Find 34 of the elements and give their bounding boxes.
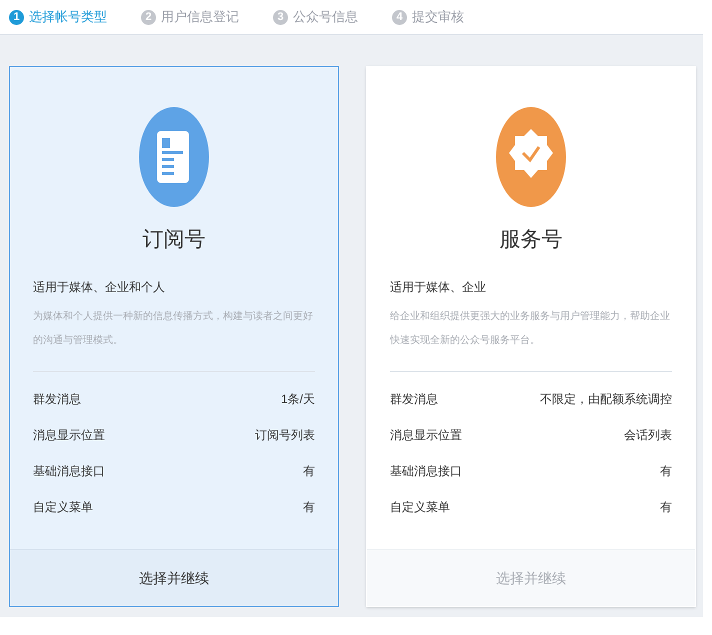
feature-name: 基础消息接口 xyxy=(33,462,105,480)
feature-value: 不限定，由配额系统调控 xyxy=(540,390,672,408)
feature-name: 基础消息接口 xyxy=(390,462,462,480)
audience-text: 适用于媒体、企业和个人 xyxy=(33,278,166,296)
audience-text: 适用于媒体、企业 xyxy=(390,278,487,296)
step-number: 4 xyxy=(392,10,407,24)
select-continue-button[interactable]: 选择并继续 xyxy=(10,549,338,606)
feature-name: 自定义菜单 xyxy=(33,498,93,516)
card-title: 服务号 xyxy=(500,227,562,253)
feature-value: 有 xyxy=(303,462,315,480)
step-tab[interactable]: 4 提交审核 xyxy=(392,7,464,27)
account-type-card[interactable]: 订阅号 适用于媒体、企业和个人 为媒体和个人提供一种新的信息传播方式，构建与读者之间更好的沟通与管理模式。 群发消息 1条/天 消息显示位置 订阅号列表 基础消息接口 有 自定义菜单 有 选择并继续 xyxy=(9,66,339,607)
step-number: 1 xyxy=(9,10,24,24)
step-number: 2 xyxy=(141,10,156,24)
feature-value: 订阅号列表 xyxy=(255,426,315,444)
step-tab[interactable]: 2 用户信息登记 xyxy=(141,7,239,27)
feature-name: 消息显示位置 xyxy=(33,426,105,444)
feature-value: 有 xyxy=(660,462,672,480)
feature-value: 会话列表 xyxy=(624,426,672,444)
step-tab[interactable]: 1 选择帐号类型 xyxy=(9,7,107,27)
feature-name: 自定义菜单 xyxy=(390,498,450,516)
feature-name: 消息显示位置 xyxy=(390,426,462,444)
card-title: 订阅号 xyxy=(142,227,206,253)
step-tab[interactable]: 3 公众号信息 xyxy=(273,7,358,27)
description-text: 为媒体和个人提供一种新的信息传播方式，构建与读者之间更好的沟通与管理模式。 xyxy=(33,310,314,348)
feature-name: 群发消息 xyxy=(390,390,438,408)
feature-value: 1条/天 xyxy=(280,390,315,408)
feature-value: 有 xyxy=(660,498,672,516)
description-text: 给企业和组织提供更强大的业务服务与用户管理能力，帮助企业快速实现全新的公众号服务平台。 xyxy=(390,310,671,348)
feature-name: 群发消息 xyxy=(33,390,81,408)
select-continue-button[interactable]: 选择并继续 xyxy=(367,549,695,606)
feature-value: 有 xyxy=(303,498,315,516)
account-type-card[interactable]: 服务号 适用于媒体、企业 给企业和组织提供更强大的业务服务与用户管理能力，帮助企业快速实现全新的公众号服务平台。 群发消息 不限定，由配额系统调控 消息显示位置 会话列表 基础消息接口 有 自定义菜单 有 选择并继续 xyxy=(366,66,696,607)
step-number: 3 xyxy=(273,10,288,24)
